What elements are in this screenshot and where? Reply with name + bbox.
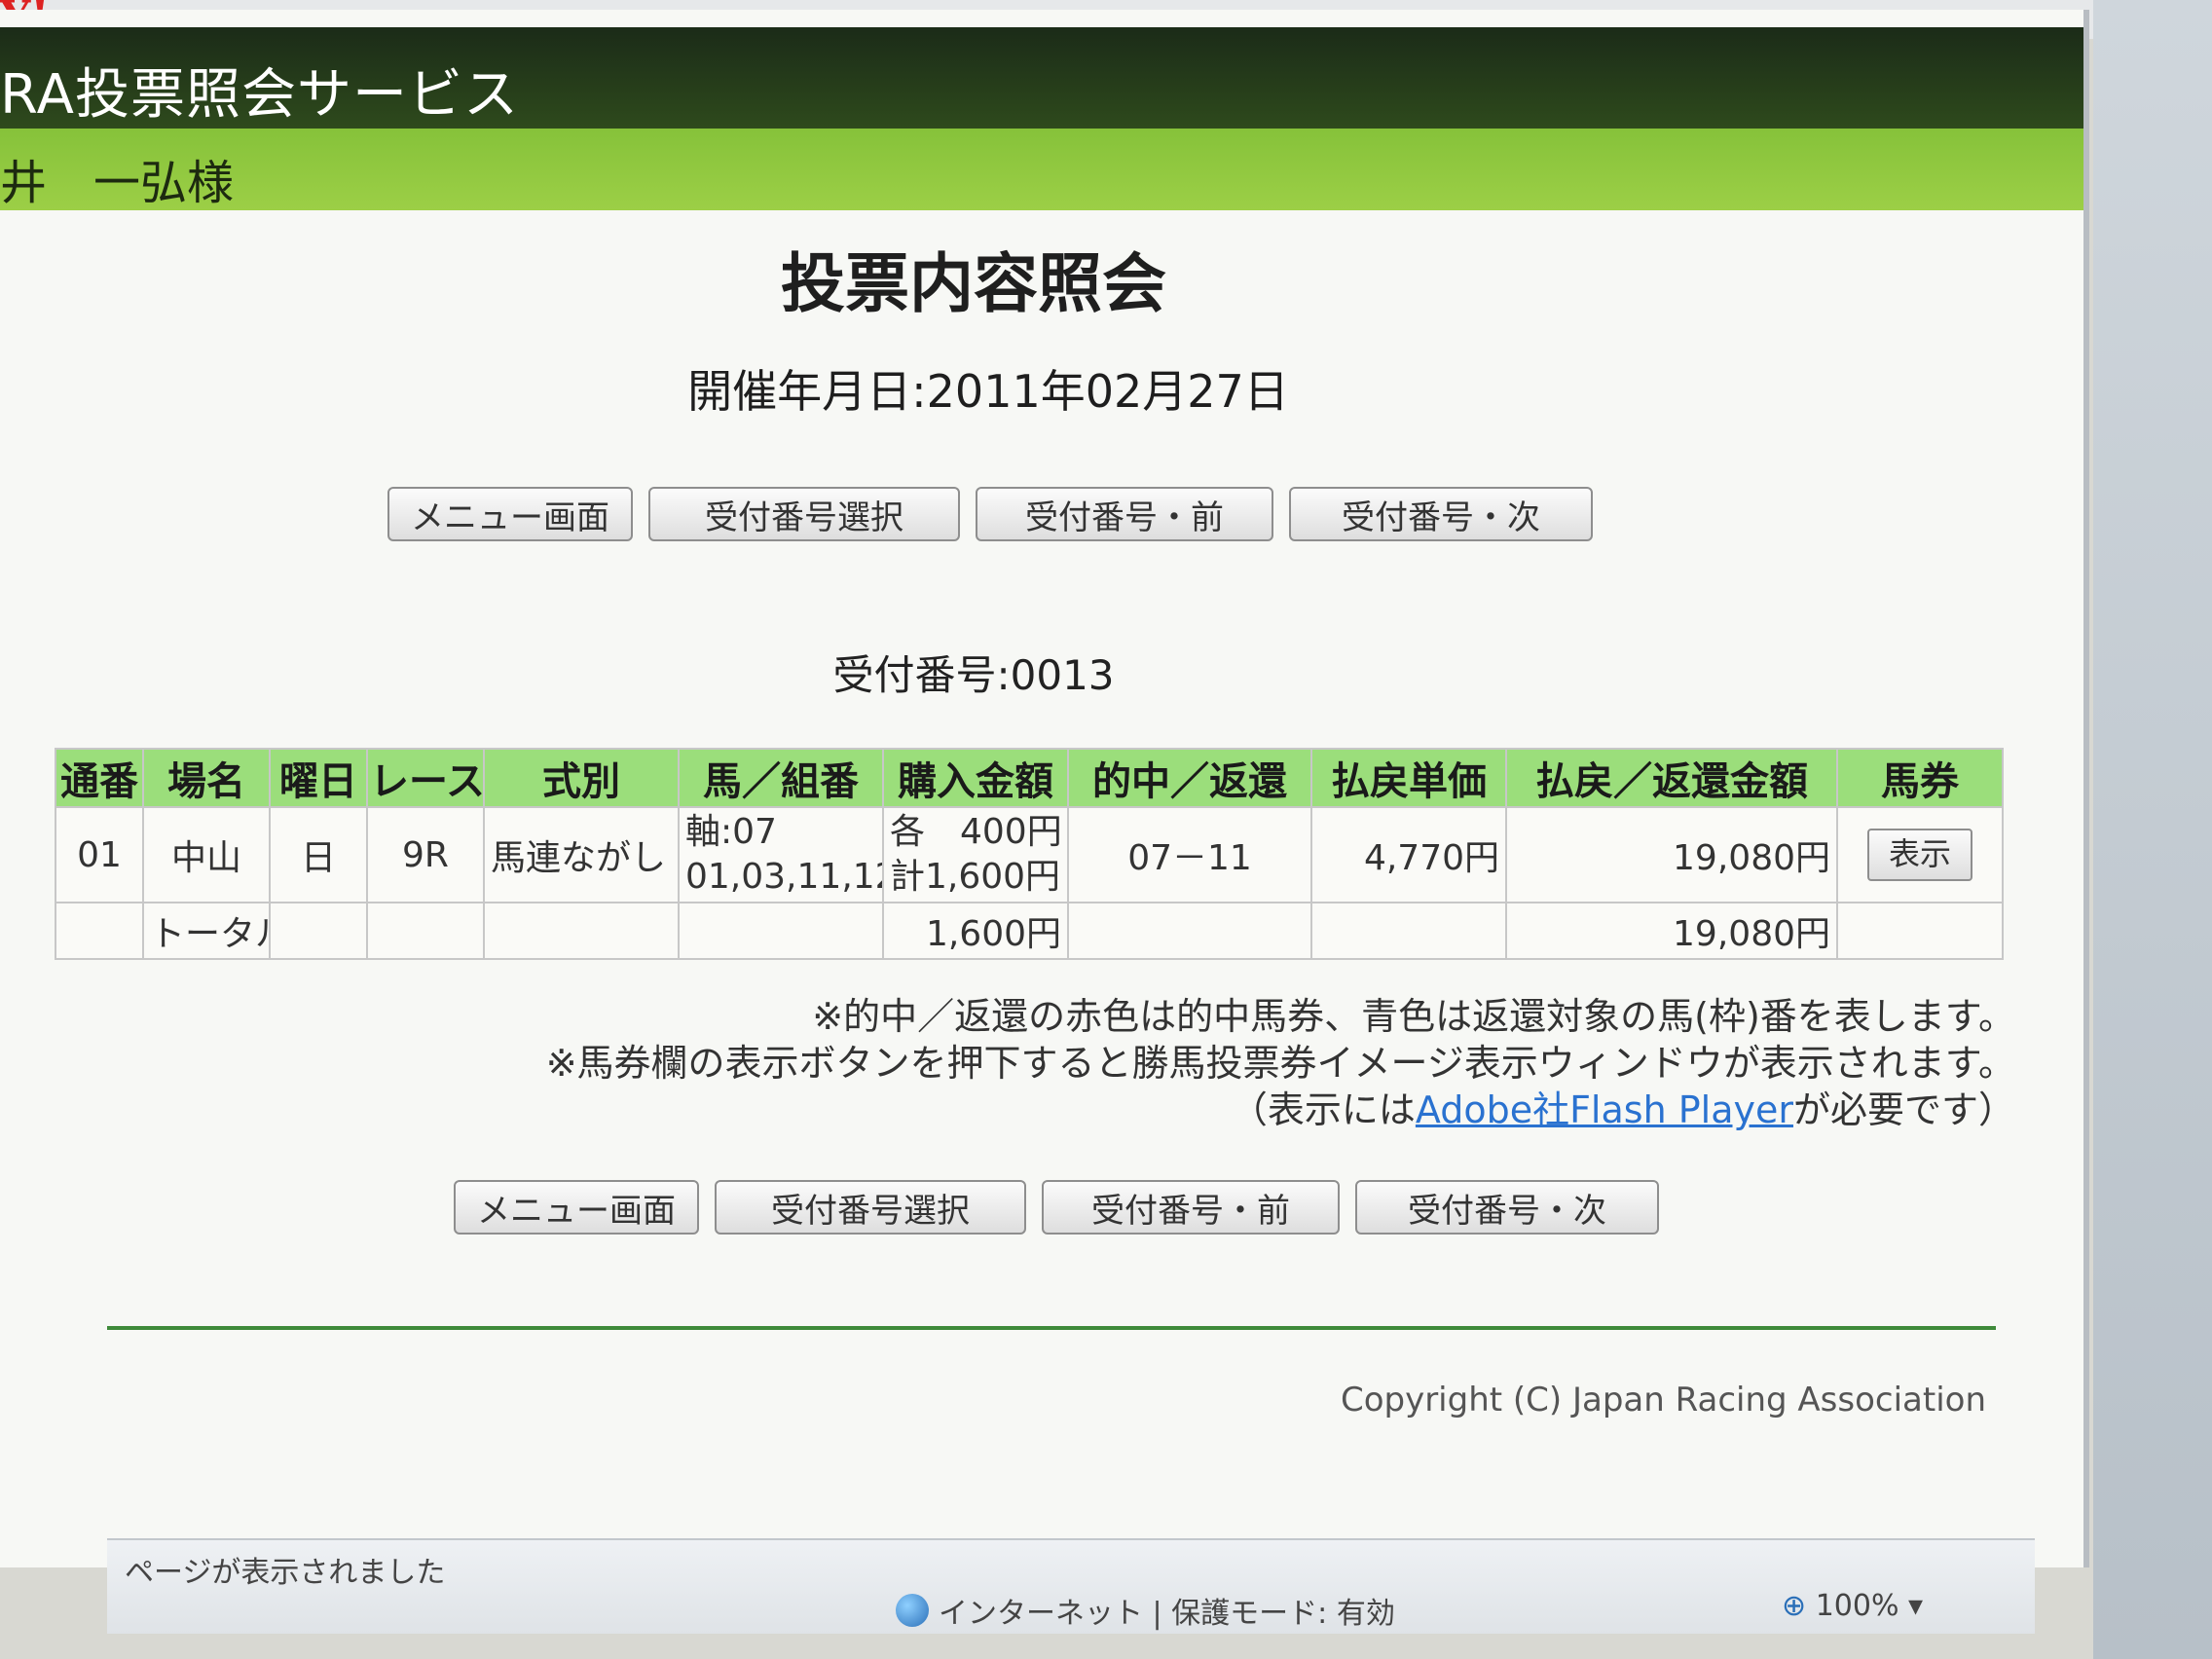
receipt-number: 受付番号:0013: [832, 651, 1115, 699]
hit-cell: 07－11: [1067, 806, 1312, 903]
user-bar: [0, 129, 2083, 210]
table-header-row: 通番 場名 曜日 レース 式別 馬／組番 購入金額 的中／返還 払戻単価 払戻／…: [55, 748, 2004, 808]
note-hit-color: ※的中／返還の赤色は的中馬券、青色は返還対象の馬(枠)番を表します。: [812, 995, 2015, 1038]
col-serial: 通番: [55, 748, 144, 808]
bet-type-cell: 馬連ながし: [483, 806, 680, 903]
top-button-row: メニュー画面 受付番号選択 受付番号・前 受付番号・次: [387, 487, 1593, 541]
menu-button[interactable]: メニュー画面: [387, 487, 633, 541]
copyright: Copyright (C) Japan Racing Association: [1340, 1381, 1986, 1419]
ticket-cell: 表示: [1836, 806, 2004, 903]
service-title: RA投票照会サービス: [0, 63, 519, 127]
background-window: [2093, 0, 2212, 1659]
note-flash: （表示にはAdobe社Flash Playerが必要です）: [1230, 1088, 2015, 1131]
receipt-select-button[interactable]: 受付番号選択: [648, 487, 960, 541]
partner-horses: 01,03,11,12: [685, 857, 883, 897]
venue-cell: 中山: [142, 806, 271, 903]
total-purchase: 1,600円: [882, 902, 1069, 960]
flash-player-link[interactable]: Adobe社Flash Player: [1416, 1088, 1793, 1131]
browser-content: RA投票照会サービス 井 一弘様 投票内容照会 開催年月日:2011年02月27…: [0, 10, 2089, 1634]
day-cell: 日: [269, 806, 368, 903]
event-date: 開催年月日:2011年02月27日: [687, 365, 1289, 418]
globe-icon: [896, 1594, 929, 1627]
col-bet-type: 式別: [483, 748, 680, 808]
show-ticket-button[interactable]: 表示: [1867, 829, 1972, 881]
zone-label: インターネット | 保護モード: 有効: [939, 1597, 1395, 1631]
col-purchase: 購入金額: [882, 748, 1069, 808]
col-venue: 場名: [142, 748, 271, 808]
col-unit-payout: 払戻単価: [1310, 748, 1507, 808]
combination-cell: 軸:07 01,03,11,12: [678, 806, 884, 903]
screen: Y! RA投票照会サービス 井 一弘様 投票内容照会 開催年月日:2011年02…: [0, 0, 2212, 1659]
total-label: トータル: [142, 902, 271, 960]
col-day: 曜日: [269, 748, 368, 808]
col-combination: 馬／組番: [678, 748, 884, 808]
status-text: ページが表示されました: [125, 1556, 446, 1590]
receipt-prev-button[interactable]: 受付番号・前: [976, 487, 1273, 541]
page-title: 投票内容照会: [781, 246, 1166, 321]
bet-table: 通番 場名 曜日 レース 式別 馬／組番 購入金額 的中／返還 払戻単価 払戻／…: [55, 748, 2004, 960]
security-zone[interactable]: インターネット | 保護モード: 有効: [896, 1589, 1395, 1632]
serial-cell: 01: [55, 806, 144, 903]
table-row: 01 中山 日 9R 馬連ながし 軸:07 01,03,11,12 各 400円…: [55, 806, 2004, 903]
amount-each: 各 400円: [890, 812, 1062, 852]
total-payout: 19,080円: [1505, 902, 1838, 960]
zoom-level: 100%: [1815, 1589, 1899, 1623]
status-bar: ページが表示されました インターネット | 保護モード: 有効 ⊕ 100% ▾: [107, 1538, 2035, 1634]
table-total-row: トータル 1,600円 19,080円: [55, 902, 2004, 960]
payout-amount-cell: 19,080円: [1505, 806, 1838, 903]
col-ticket: 馬券: [1836, 748, 2004, 808]
receipt-next-button[interactable]: 受付番号・次: [1289, 487, 1593, 541]
race-cell: 9R: [366, 806, 485, 903]
unit-payout-cell: 4,770円: [1310, 806, 1507, 903]
receipt-next-button-bottom[interactable]: 受付番号・次: [1355, 1180, 1659, 1235]
menu-button-bottom[interactable]: メニュー画面: [454, 1180, 699, 1235]
receipt-select-button-bottom[interactable]: 受付番号選択: [715, 1180, 1026, 1235]
receipt-prev-button-bottom[interactable]: 受付番号・前: [1042, 1180, 1340, 1235]
axis-horse: 軸:07: [685, 812, 777, 852]
note-ticket-button: ※馬券欄の表示ボタンを押下すると勝馬投票券イメージ表示ウィンドウが表示されます。: [545, 1042, 2015, 1085]
user-name: 井 一弘様: [0, 156, 235, 210]
col-race: レース: [366, 748, 485, 808]
purchase-cell: 各 400円 計1,600円: [882, 806, 1069, 903]
footer-divider: [107, 1326, 1996, 1330]
amount-total: 計1,600円: [890, 857, 1061, 897]
notes: ※的中／返還の赤色は的中馬券、青色は返還対象の馬(枠)番を表します。 ※馬券欄の…: [0, 993, 2015, 1133]
zoom-control[interactable]: ⊕ 100% ▾: [1782, 1589, 1923, 1623]
zoom-icon: ⊕: [1782, 1589, 1807, 1623]
col-payout-amount: 払戻／返還金額: [1505, 748, 1838, 808]
col-hit: 的中／返還: [1067, 748, 1312, 808]
bottom-button-row: メニュー画面 受付番号選択 受付番号・前 受付番号・次: [454, 1180, 1659, 1235]
